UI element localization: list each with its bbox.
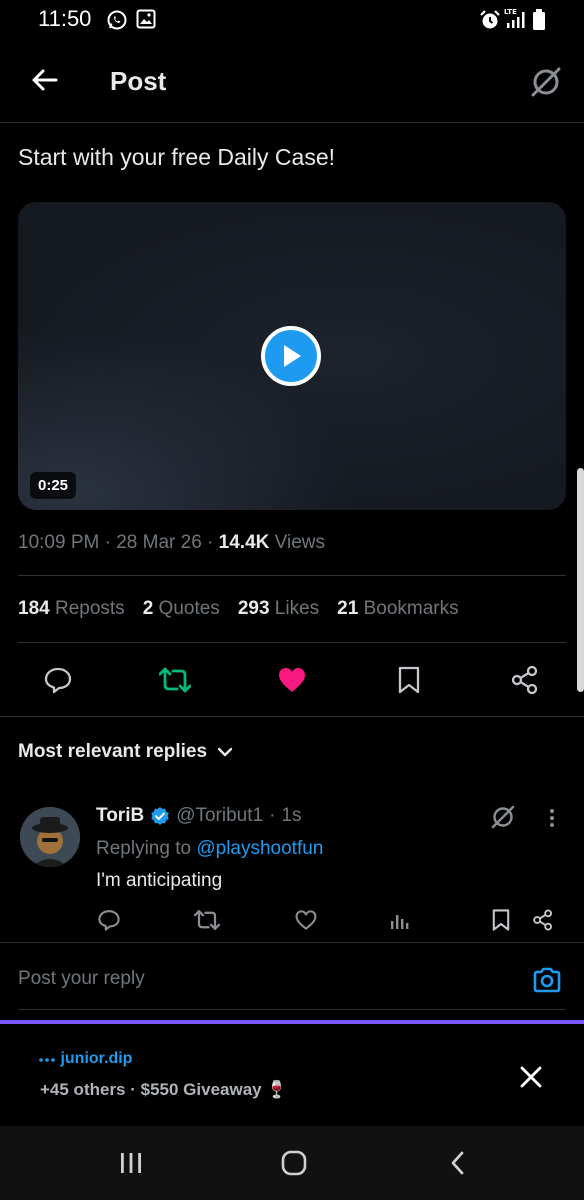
views-count[interactable]: 14.4K xyxy=(219,532,270,553)
promo-text: +45 others · $550 Giveaway 🍷 xyxy=(40,1080,288,1099)
stat-likes[interactable]: 293 Likes xyxy=(238,598,319,620)
recents-icon xyxy=(121,1153,141,1173)
reply-bookmark-button[interactable] xyxy=(487,906,515,934)
divider xyxy=(18,642,566,643)
promo-user-name: junior.dip xyxy=(60,1050,133,1067)
system-back-button[interactable] xyxy=(438,1146,478,1180)
video-player[interactable]: 0:25 xyxy=(18,202,566,510)
replying-to: Replying to @playshootfun xyxy=(96,838,323,860)
stat-quotes[interactable]: 2 Quotes xyxy=(143,598,220,620)
replying-mention-link[interactable]: @playshootfun xyxy=(196,838,323,859)
play-icon xyxy=(284,345,301,367)
play-button[interactable] xyxy=(261,326,321,386)
post-stats: 184 Reposts 2 Quotes 293 Likes 21 Bookma… xyxy=(18,598,459,620)
arrow-left-icon xyxy=(32,69,58,91)
reply-grok-button[interactable] xyxy=(488,802,518,832)
divider xyxy=(18,575,566,576)
reply-time: 1s xyxy=(281,805,302,826)
grok-button[interactable] xyxy=(526,62,566,102)
post-text: Start with your free Daily Case! xyxy=(18,144,336,170)
reply-reply-button[interactable] xyxy=(95,906,123,934)
reply-share-button[interactable] xyxy=(529,906,557,934)
bookmark-icon xyxy=(492,909,510,931)
video-duration: 0:25 xyxy=(30,472,77,499)
repost-icon xyxy=(194,910,220,930)
reply-like-button[interactable] xyxy=(292,906,320,934)
close-icon xyxy=(520,1066,542,1088)
post-date: 28 Mar 26 xyxy=(116,532,202,553)
recents-button[interactable] xyxy=(111,1146,151,1180)
grok-icon xyxy=(531,67,561,97)
stat-reposts[interactable]: 184 Reposts xyxy=(18,598,125,620)
reply-icon xyxy=(98,910,120,931)
reply-header: ToriB @Toribut1 · 1s xyxy=(96,805,302,827)
replies-sort-label: Most relevant replies xyxy=(18,741,208,762)
views-label: Views xyxy=(274,532,325,553)
network-label: LTE xyxy=(504,8,517,16)
reply-composer xyxy=(18,965,566,1010)
reply-text: I'm anticipating xyxy=(96,870,223,891)
close-button[interactable] xyxy=(514,1060,548,1094)
divider xyxy=(0,942,584,943)
share-icon xyxy=(511,665,538,695)
gallery-icon xyxy=(136,9,156,34)
replies-sort-dropdown[interactable]: Most relevant replies xyxy=(18,741,233,763)
alarm-icon xyxy=(479,9,501,36)
whatsapp-icon xyxy=(106,9,128,36)
reply-button[interactable] xyxy=(38,660,78,700)
status-time: 11:50 xyxy=(38,6,92,31)
analytics-icon xyxy=(391,915,409,929)
bookmark-button[interactable] xyxy=(389,660,429,700)
stat-bookmarks[interactable]: 21 Bookmarks xyxy=(337,598,458,620)
reply-author-handle: @Toribut1 xyxy=(176,805,264,826)
reply-actions xyxy=(0,906,584,934)
post-meta: 10:09 PM · 28 Mar 26 · 14.4K Views xyxy=(18,532,325,553)
post-actions xyxy=(0,660,584,700)
like-button[interactable] xyxy=(272,660,312,700)
avatar[interactable] xyxy=(20,807,80,867)
live-audio-icon xyxy=(39,1057,55,1062)
reply-author-name[interactable]: ToriB xyxy=(96,805,144,827)
heart-filled-icon xyxy=(279,668,305,692)
separator-dot: · xyxy=(269,805,276,826)
live-space-banner[interactable]: junior.dip +45 others · $550 Giveaway 🍷 xyxy=(0,1020,584,1126)
camera-button[interactable] xyxy=(530,963,564,997)
page-title: Post xyxy=(110,66,167,96)
grok-icon xyxy=(491,805,515,829)
repost-button[interactable] xyxy=(155,660,195,700)
lte-signal-icon: LTE xyxy=(504,7,526,34)
battery-icon xyxy=(532,9,546,36)
back-button[interactable] xyxy=(24,60,64,100)
repost-icon xyxy=(159,667,191,693)
post-header: Post xyxy=(0,40,584,123)
chevron-down-icon xyxy=(217,747,233,757)
reply-repost-button[interactable] xyxy=(193,906,221,934)
status-bar: 11:50 LTE xyxy=(0,0,584,40)
reply-input[interactable] xyxy=(18,968,498,990)
replying-prefix: Replying to xyxy=(96,838,192,859)
heart-icon xyxy=(295,910,317,930)
share-icon xyxy=(533,909,553,931)
reply-views-button[interactable] xyxy=(386,906,414,934)
bookmark-icon xyxy=(398,666,420,694)
post-time: 10:09 PM xyxy=(18,532,100,553)
reply-icon xyxy=(44,667,72,694)
home-icon xyxy=(281,1150,307,1176)
more-vertical-icon xyxy=(550,809,554,827)
verified-badge-icon xyxy=(151,807,169,825)
camera-icon xyxy=(533,967,561,993)
share-button[interactable] xyxy=(505,660,545,700)
chevron-left-icon xyxy=(451,1151,464,1175)
reply-more-button[interactable] xyxy=(542,804,562,832)
promo-host: junior.dip xyxy=(38,1050,132,1068)
scroll-indicator[interactable] xyxy=(577,468,584,692)
divider xyxy=(0,716,584,717)
home-button[interactable] xyxy=(274,1146,314,1180)
system-nav-bar xyxy=(0,1126,584,1200)
